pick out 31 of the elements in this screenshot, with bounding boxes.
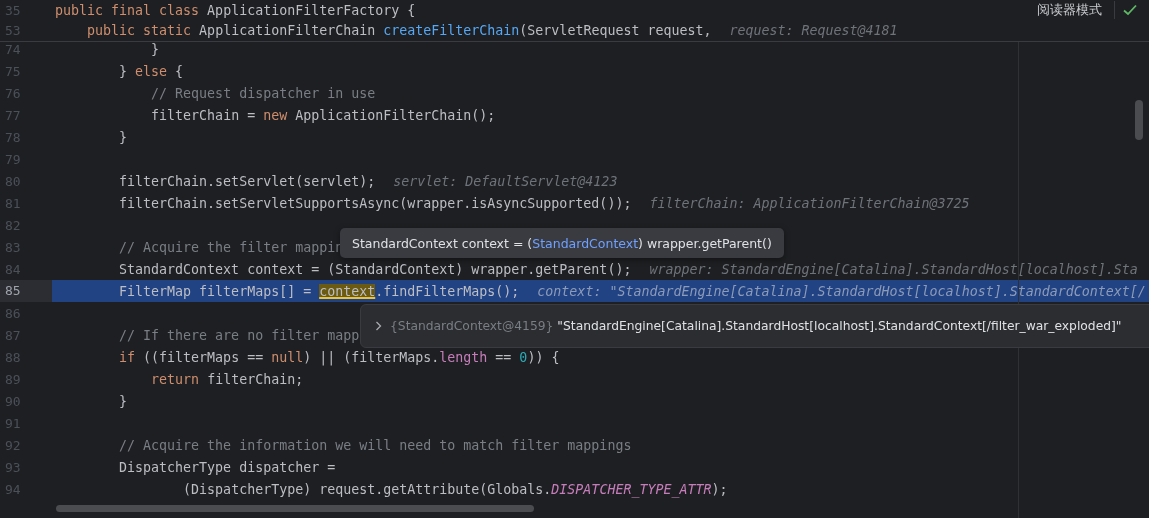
- inline-hint: request: Request@4181: [729, 22, 898, 38]
- code-line: public static ApplicationFilterChain createFilterChain(ServletRequest request,: [87, 22, 712, 38]
- line-number: 85: [0, 280, 52, 302]
- code-line: filterChain = new ApplicationFilterChain();: [151, 107, 496, 123]
- code-line: DispatcherType dispatcher =: [119, 459, 336, 475]
- code-line: filterChain.setServlet(servlet);: [119, 173, 376, 189]
- code-line: }: [151, 42, 160, 57]
- code-line: } else {: [119, 63, 184, 79]
- code-line: return filterChain;: [151, 371, 304, 387]
- code-line: if ((filterMaps == null) || (filterMaps.length == 0)) {: [119, 349, 560, 365]
- inline-hint: filterChain: ApplicationFilterChain@3725: [649, 195, 970, 211]
- code-line: StandardContext context = (StandardContext) wrapper.getParent();: [119, 261, 632, 277]
- scrollbar-thumb[interactable]: [56, 505, 534, 512]
- checkmark-icon[interactable]: [1123, 4, 1137, 16]
- code-line: }: [119, 129, 128, 145]
- code-line: // Request dispatcher in use: [151, 85, 376, 101]
- code-line: // If there are no filter mapp: [119, 327, 360, 343]
- inline-hint: servlet: DefaultServlet@4123: [393, 173, 618, 189]
- value-text: "StandardEngine[Catalina].StandardHost[localhost].StandardContext[/filter_war_exploded]": [557, 319, 1122, 333]
- chevron-right-icon[interactable]: [375, 321, 382, 331]
- code-line: public final class ApplicationFilterFactory {: [55, 2, 416, 18]
- tooltip-text: StandardContext context = (StandardContext) wrapper.getParent(): [352, 235, 772, 251]
- code-line: // Acquire the information we will need to match filter mappings: [119, 437, 632, 453]
- object-id: {StandardContext@4159}: [390, 319, 554, 333]
- code-line: filterChain.setServletSupportsAsync(wrapper.isAsyncSupported());: [119, 195, 632, 211]
- scrollbar-thumb[interactable]: [1135, 100, 1143, 140]
- reader-mode-link[interactable]: 阅读器模式: [1037, 1, 1102, 19]
- code-line: (DispatcherType) request.getAttribute(Globals.DISPATCHER_TYPE_ATTR);: [183, 481, 728, 497]
- code-line: FilterMap filterMaps[] = context.findFilterMaps();: [119, 283, 520, 299]
- code-line: }: [119, 393, 128, 409]
- inline-hint: wrapper: StandardEngine[Catalina].StandardHost[localhost].Sta: [649, 261, 1138, 277]
